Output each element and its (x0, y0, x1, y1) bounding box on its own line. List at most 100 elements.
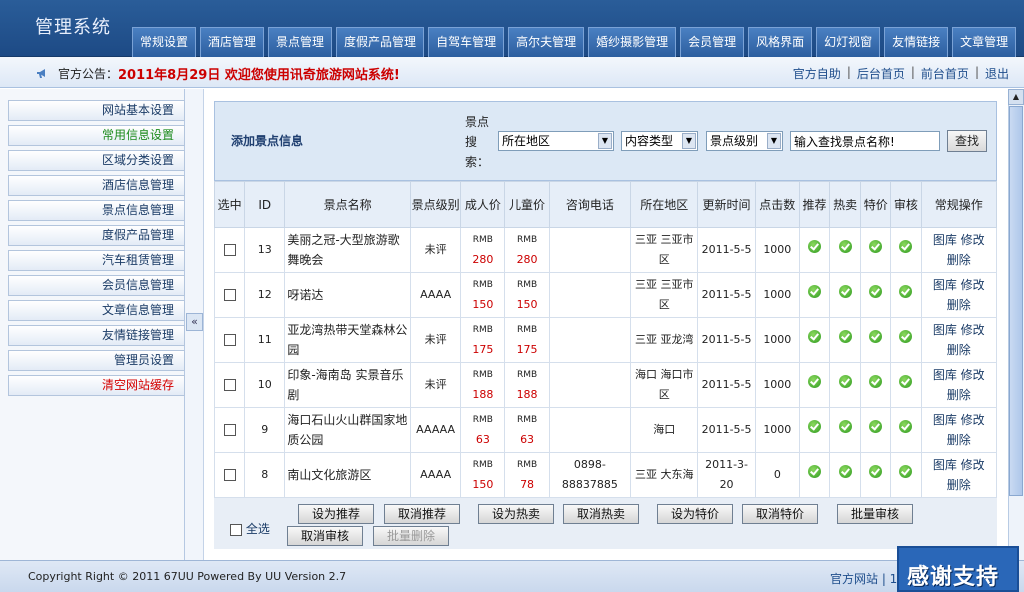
check-circle-icon[interactable] (869, 330, 883, 343)
cancel-hot-button[interactable]: 取消热卖 (563, 504, 639, 524)
delete-link[interactable]: 删除 (947, 343, 971, 357)
table-row: 13 美丽之冠-大型旅游歌舞晚会 未评 RMB 280 RMB 280 三亚 三亚市区 2011… (213, 227, 997, 273)
content-type-select[interactable]: 内容类型 ▼ (621, 131, 698, 151)
check-circle-icon[interactable] (899, 285, 913, 298)
set-hot-button[interactable]: 设为热卖 (478, 504, 554, 524)
sidebar-item-attraction[interactable]: 景点信息管理 (8, 200, 185, 221)
collapse-sidebar-icon[interactable]: « (186, 313, 203, 331)
gallery-link[interactable]: 图库 (933, 368, 957, 382)
gallery-link[interactable]: 图库 (933, 278, 957, 292)
select-all[interactable]: 全选 (230, 520, 270, 537)
scrollbar-thumb[interactable] (1009, 106, 1023, 496)
row-id: 9 (244, 407, 286, 453)
check-circle-icon[interactable] (899, 420, 913, 433)
check-circle-icon[interactable] (807, 375, 821, 388)
batch-action-bar: 全选 设为推荐 取消推荐 设为热卖 取消热卖 设为特价 取消特价 批量审核 取消… (214, 498, 997, 549)
nav-tab-style[interactable]: 风格界面 (748, 27, 813, 57)
set-recommend-button[interactable]: 设为推荐 (298, 504, 374, 524)
set-special-button[interactable]: 设为特价 (657, 504, 733, 524)
gallery-link[interactable]: 图库 (933, 323, 957, 337)
row-checkbox[interactable] (223, 334, 236, 346)
sidebar-item-links[interactable]: 友情链接管理 (8, 325, 185, 346)
region-select[interactable]: 所在地区 ▼ (498, 131, 614, 151)
nav-tab-member[interactable]: 会员管理 (680, 27, 745, 57)
check-circle-icon[interactable] (807, 330, 821, 343)
row-checkbox[interactable] (223, 424, 236, 436)
delete-link[interactable]: 删除 (947, 433, 971, 447)
nav-tab-slideshow[interactable]: 幻灯视窗 (816, 27, 881, 57)
check-circle-icon[interactable] (838, 330, 852, 343)
sidebar-item-car-rental[interactable]: 汽车租赁管理 (8, 250, 185, 271)
edit-link[interactable]: 修改 (961, 458, 985, 472)
link-official-help[interactable]: 官方自助 (793, 65, 841, 82)
gallery-link[interactable]: 图库 (933, 413, 957, 427)
sidebar-item-common-info[interactable]: 常用信息设置 (8, 125, 185, 146)
link-front-home[interactable]: 前台首页 (921, 65, 969, 82)
search-input[interactable] (790, 131, 940, 151)
sidebar-item-member[interactable]: 会员信息管理 (8, 275, 185, 296)
check-circle-icon[interactable] (838, 465, 852, 478)
sidebar-item-article[interactable]: 文章信息管理 (8, 300, 185, 321)
link-logout[interactable]: 退出 (985, 65, 1009, 82)
check-circle-icon[interactable] (807, 285, 821, 298)
check-circle-icon[interactable] (899, 375, 913, 388)
check-circle-icon[interactable] (869, 375, 883, 388)
cancel-approve-button[interactable]: 取消审核 (287, 526, 363, 546)
check-circle-icon[interactable] (838, 420, 852, 433)
check-circle-icon[interactable] (899, 330, 913, 343)
edit-link[interactable]: 修改 (961, 413, 985, 427)
edit-link[interactable]: 修改 (961, 233, 985, 247)
nav-tab-selfdrive[interactable]: 自驾车管理 (428, 27, 505, 57)
delete-link[interactable]: 删除 (947, 298, 971, 312)
delete-link[interactable]: 删除 (947, 478, 971, 492)
row-checkbox[interactable] (223, 379, 236, 391)
batch-delete-button[interactable]: 批量删除 (373, 526, 449, 546)
sidebar-item-vacation[interactable]: 度假产品管理 (8, 225, 185, 246)
delete-link[interactable]: 删除 (947, 253, 971, 267)
nav-tab-attraction[interactable]: 景点管理 (268, 27, 333, 57)
nav-tab-golf[interactable]: 高尔夫管理 (508, 27, 585, 57)
link-admin-home[interactable]: 后台首页 (857, 65, 905, 82)
nav-tab-wedding[interactable]: 婚纱摄影管理 (588, 27, 677, 57)
check-circle-icon[interactable] (869, 420, 883, 433)
check-circle-icon[interactable] (807, 240, 821, 253)
check-circle-icon[interactable] (869, 285, 883, 298)
select-all-checkbox[interactable] (230, 523, 242, 536)
gallery-link[interactable]: 图库 (933, 233, 957, 247)
row-checkbox[interactable] (223, 289, 236, 301)
footer-official-link[interactable]: 官方网站 | 1 (830, 570, 897, 587)
check-circle-icon[interactable] (838, 240, 852, 253)
check-circle-icon[interactable] (838, 375, 852, 388)
cancel-special-button[interactable]: 取消特价 (742, 504, 818, 524)
gallery-link[interactable]: 图库 (933, 458, 957, 472)
sidebar-item-hotel[interactable]: 酒店信息管理 (8, 175, 185, 196)
nav-tab-general[interactable]: 常规设置 (132, 27, 197, 57)
check-circle-icon[interactable] (899, 240, 913, 253)
search-button[interactable]: 查找 (947, 130, 987, 152)
nav-tab-article[interactable]: 文章管理 (952, 27, 1017, 57)
nav-tab-hotel[interactable]: 酒店管理 (200, 27, 265, 57)
delete-link[interactable]: 删除 (947, 388, 971, 402)
check-circle-icon[interactable] (899, 465, 913, 478)
sidebar-item-clear-cache[interactable]: 清空网站缓存 (8, 375, 185, 396)
level-select[interactable]: 景点级别 ▼ (706, 131, 783, 151)
sidebar-item-region[interactable]: 区域分类设置 (8, 150, 185, 171)
check-circle-icon[interactable] (807, 465, 821, 478)
batch-approve-button[interactable]: 批量审核 (837, 504, 913, 524)
check-circle-icon[interactable] (807, 420, 821, 433)
sidebar-item-admin[interactable]: 管理员设置 (8, 350, 185, 371)
check-circle-icon[interactable] (838, 285, 852, 298)
edit-link[interactable]: 修改 (961, 368, 985, 382)
scroll-up-icon[interactable]: ▲ (1008, 89, 1024, 105)
nav-tab-links[interactable]: 友情链接 (884, 27, 949, 57)
check-circle-icon[interactable] (869, 465, 883, 478)
sidebar-item-site-basic[interactable]: 网站基本设置 (8, 100, 185, 121)
check-circle-icon[interactable] (869, 240, 883, 253)
edit-link[interactable]: 修改 (961, 323, 985, 337)
nav-tab-vacation[interactable]: 度假产品管理 (336, 27, 425, 57)
row-checkbox[interactable] (223, 469, 236, 481)
edit-link[interactable]: 修改 (961, 278, 985, 292)
row-name: 呀诺达 (284, 272, 411, 318)
row-checkbox[interactable] (223, 244, 236, 256)
cancel-recommend-button[interactable]: 取消推荐 (384, 504, 460, 524)
